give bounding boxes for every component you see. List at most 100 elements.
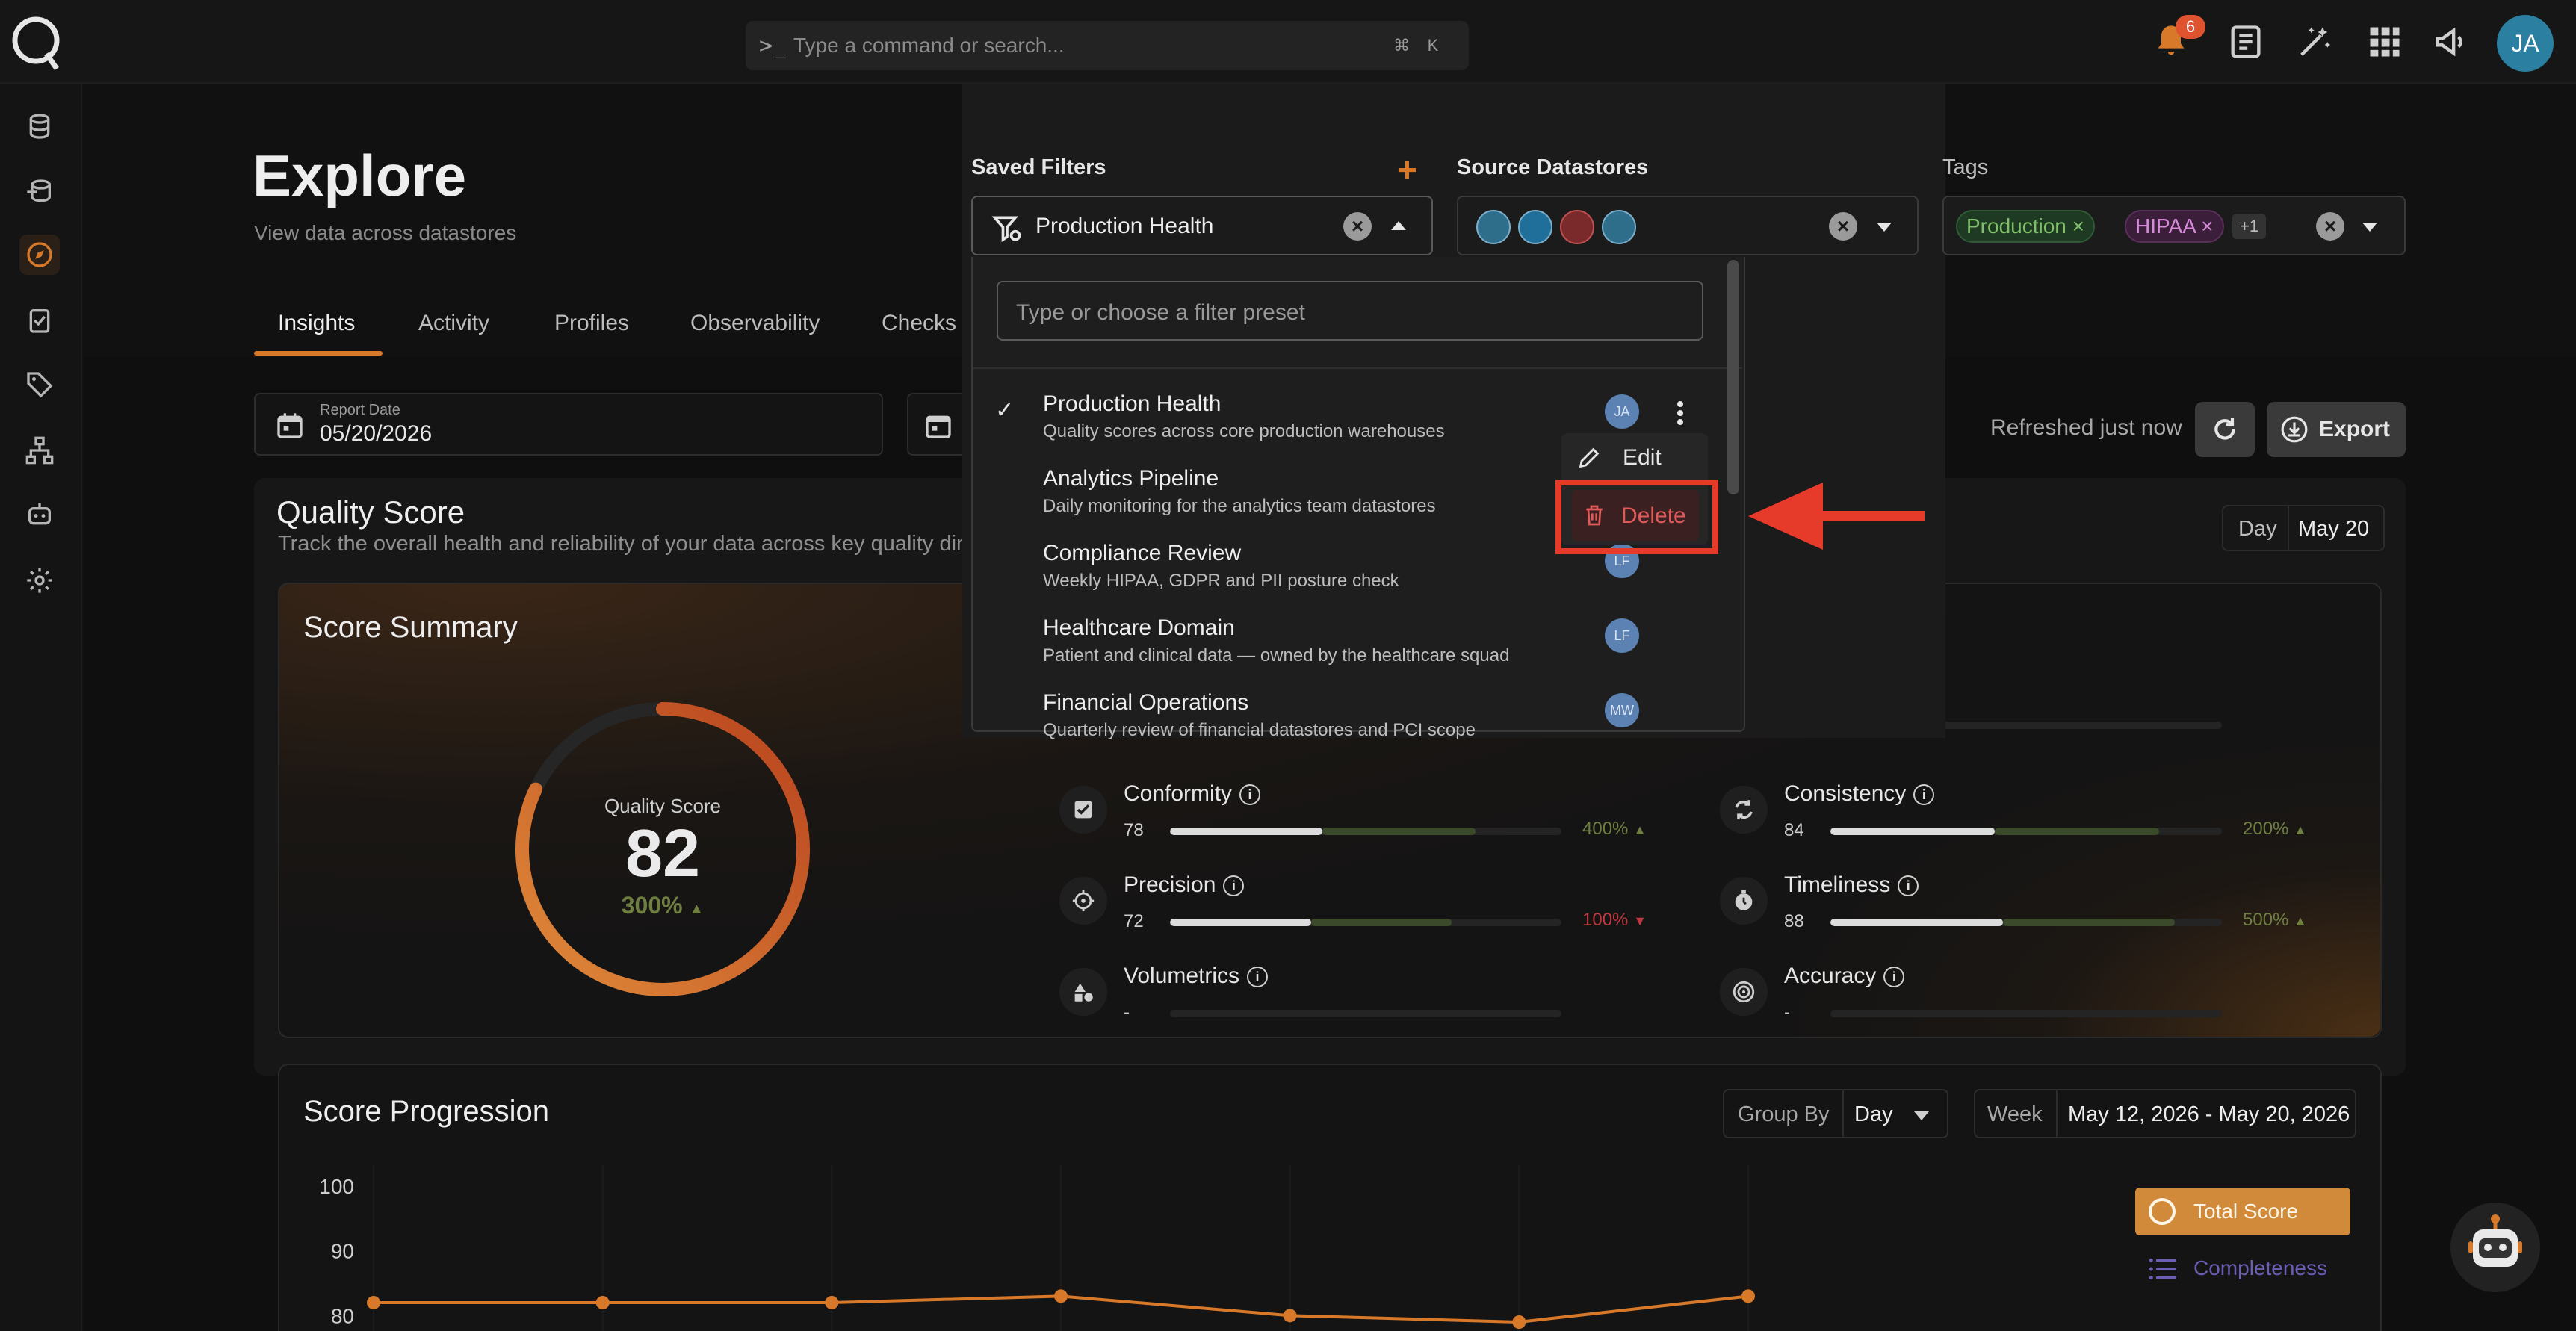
metric-accuracy: Accuracy i -	[1720, 964, 2318, 1038]
metric-progress-fill	[1170, 919, 1311, 926]
selected-filter-name: Production Health	[1035, 214, 1214, 238]
redshift-icon	[1560, 210, 1594, 244]
metric-value: -	[1124, 1002, 1130, 1023]
tag-chip-production[interactable]: Production ×	[1956, 210, 2096, 243]
postgres-icon	[1602, 210, 1636, 244]
preset-description: Patient and clinical data — owned by the…	[1043, 645, 1510, 666]
notification-badge: 6	[2176, 15, 2205, 39]
dropdown-scrollbar[interactable]	[1727, 260, 1739, 494]
trend-up-icon: ▲	[689, 901, 705, 917]
metric-progress-track	[1830, 1010, 2222, 1017]
info-icon[interactable]: i	[1223, 875, 1245, 897]
info-icon[interactable]: i	[1239, 784, 1261, 806]
report-date-value: 05/20/2026	[320, 421, 433, 446]
enrichment-icon[interactable]	[19, 172, 60, 212]
tag-icon[interactable]	[19, 364, 60, 405]
owner-avatar: LF	[1605, 618, 1639, 653]
add-filter-icon[interactable]: +	[1397, 149, 1417, 190]
metric-progress-remainder	[1322, 828, 1476, 835]
tags-select[interactable]: Production × HIPAA × +1 ×	[1942, 196, 2406, 255]
info-icon[interactable]: i	[1883, 967, 1905, 988]
data-point	[1054, 1289, 1068, 1303]
tab-activity[interactable]: Activity	[418, 311, 489, 336]
agent-robot-icon[interactable]	[19, 494, 60, 535]
legend-total-score[interactable]: Total Score	[2135, 1188, 2350, 1235]
more-options-icon[interactable]	[1676, 400, 1684, 426]
app-logo[interactable]	[10, 12, 63, 72]
info-icon[interactable]: i	[1247, 967, 1269, 988]
megaphone-icon[interactable]	[2433, 22, 2471, 61]
command-search[interactable]: >_ Type a command or search... ⌘ K	[746, 21, 1469, 70]
chevron-down-icon[interactable]	[1877, 223, 1892, 232]
user-avatar[interactable]: JA	[2497, 15, 2554, 72]
filter-preset-item[interactable]: Healthcare Domain Patient and clinical da…	[973, 602, 1705, 677]
info-icon[interactable]: i	[1913, 784, 1935, 806]
quality-score-subtitle: Track the overall health and reliability…	[278, 532, 987, 556]
more-tags-count[interactable]: +1	[2232, 214, 2267, 239]
trend-icon: ▼	[1633, 913, 1647, 928]
legend-completeness-label: Completeness	[2193, 1256, 2327, 1279]
compare-date-field[interactable]	[907, 393, 967, 456]
report-date-label: Report Date	[320, 402, 400, 418]
tab-profiles[interactable]: Profiles	[554, 311, 629, 336]
tab-insights[interactable]: Insights	[278, 311, 355, 336]
group-by-select[interactable]: Group By Day	[1723, 1089, 1948, 1138]
settings-gear-icon[interactable]	[19, 560, 60, 601]
chevron-down-icon	[1914, 1111, 1929, 1120]
filter-search-placeholder: Type or choose a filter preset	[1016, 300, 1305, 325]
range-unit: Week	[1987, 1102, 2043, 1126]
clear-filter-icon[interactable]: ×	[1343, 212, 1372, 241]
tab-checks[interactable]: Checks	[882, 311, 956, 336]
assistant-robot-button[interactable]	[2450, 1203, 2540, 1292]
source-datastores-select[interactable]: ×	[1457, 196, 1919, 255]
data-point	[367, 1296, 380, 1309]
preset-description: Quarterly review of financial datastores…	[1043, 720, 1476, 740]
consistency-icon	[1720, 786, 1768, 834]
metric-progress-remainder	[1310, 919, 1452, 926]
metric-progress-track	[1830, 919, 2222, 926]
preset-name: Financial Operations	[1043, 690, 1249, 715]
apps-grid-icon[interactable]	[2365, 22, 2404, 61]
group-by-label: Group By	[1738, 1102, 1830, 1126]
export-button[interactable]: Export	[2267, 402, 2406, 457]
snowflake-icon	[1518, 210, 1552, 244]
preset-name: Healthcare Domain	[1043, 615, 1235, 640]
magic-wand-icon[interactable]	[2295, 22, 2334, 61]
active-tab-indicator	[254, 351, 383, 356]
metric-name: Volumetrics i	[1124, 964, 1269, 989]
filter-preset-item[interactable]: Financial Operations Quarterly review of …	[973, 677, 1705, 751]
document-icon[interactable]	[2226, 22, 2265, 61]
calendar-icon	[926, 415, 951, 438]
annotation-arrow-icon	[1748, 483, 1925, 550]
hierarchy-icon[interactable]	[19, 430, 60, 471]
calendar-icon	[277, 413, 303, 438]
clear-datastores-icon[interactable]: ×	[1829, 212, 1857, 241]
preset-name: Analytics Pipeline	[1043, 466, 1219, 491]
date-range-selector[interactable]: Week May 12, 2026 - May 20, 2026	[1974, 1089, 2356, 1138]
command-key-icon: ⌘	[1393, 36, 1410, 55]
tag-chip-hipaa[interactable]: HIPAA ×	[2125, 210, 2224, 243]
clear-tags-icon[interactable]: ×	[2316, 212, 2344, 241]
trend-icon: ▲	[2294, 822, 2307, 837]
preset-name: Compliance Review	[1043, 541, 1242, 565]
tab-observability[interactable]: Observability	[690, 311, 820, 336]
checkmark-icon: ✓	[995, 398, 1015, 423]
period-selector[interactable]: Day May 20	[2222, 505, 2385, 551]
metric-progress-fill	[1170, 828, 1323, 835]
info-icon[interactable]: i	[1898, 875, 1919, 897]
data-point	[1512, 1315, 1526, 1329]
y-tick-label: 80	[331, 1304, 354, 1327]
refresh-button[interactable]	[2195, 402, 2255, 457]
report-date-field[interactable]: Report Date 05/20/2026	[254, 393, 883, 456]
metric-timeliness: Timeliness i 88 500% ▲	[1720, 872, 2318, 947]
metric-change: 200% ▲	[2243, 819, 2307, 839]
datastore-icon[interactable]	[19, 106, 60, 146]
metric-progress-remainder	[2002, 919, 2176, 926]
explore-compass-icon[interactable]	[19, 235, 60, 275]
chevron-down-icon[interactable]	[2362, 223, 2377, 232]
chevron-up-icon[interactable]	[1391, 221, 1406, 230]
filter-preset-search[interactable]: Type or choose a filter preset	[997, 281, 1703, 341]
checklist-icon[interactable]	[19, 300, 60, 341]
saved-filter-select[interactable]: Production Health ×	[971, 196, 1433, 255]
metric-volumetrics: Volumetrics i -	[1059, 964, 1657, 1038]
